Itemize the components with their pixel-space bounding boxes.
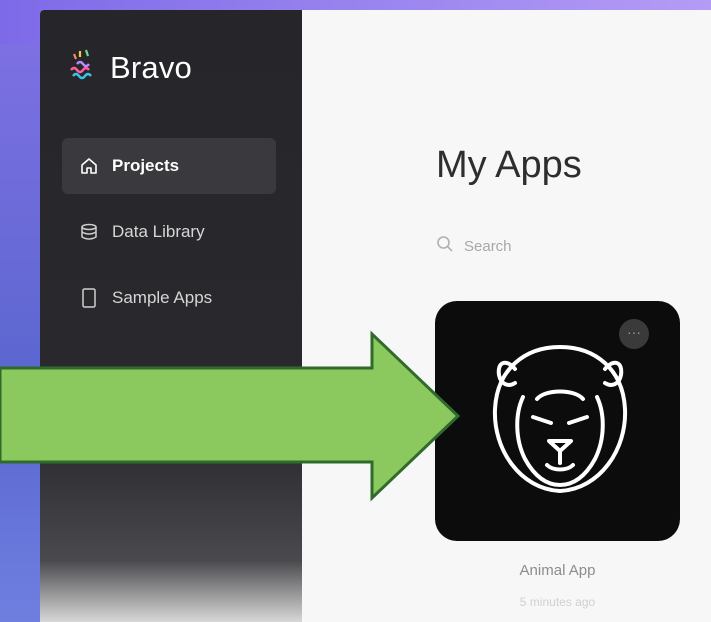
brand-name: Bravo <box>110 49 192 85</box>
database-icon <box>78 221 100 243</box>
main-content: My Apps Search ··· Animal App 5 minutes … <box>302 10 711 622</box>
brand[interactable]: Bravo <box>68 48 192 87</box>
right-arrow-icon <box>0 330 470 515</box>
app-card-timestamp: 5 minutes ago <box>519 595 596 609</box>
sidebar-item-label: Projects <box>112 156 180 175</box>
sidebar-item-label: Data Library <box>112 222 205 241</box>
app-window: Bravo Projects Data Library Sample Apps … <box>40 10 711 622</box>
page-title: My Apps <box>436 144 582 186</box>
app-card-title: Animal App <box>519 562 596 579</box>
phone-icon <box>78 287 100 309</box>
app-card-animal-app[interactable]: ··· <box>435 301 680 541</box>
sidebar-item-data-library[interactable]: Data Library <box>62 204 276 260</box>
search-bar[interactable]: Search <box>436 235 512 257</box>
lion-icon <box>485 339 635 504</box>
search-icon <box>436 235 464 257</box>
sidebar-item-projects[interactable]: Projects <box>62 138 276 194</box>
sidebar: Bravo Projects Data Library Sample Apps <box>40 10 302 622</box>
bravo-logo-icon <box>68 48 100 87</box>
sidebar-item-sample-apps[interactable]: Sample Apps <box>62 270 276 326</box>
sidebar-item-label: Sample Apps <box>112 288 213 307</box>
home-icon <box>78 155 100 177</box>
search-input[interactable]: Search <box>464 238 512 255</box>
